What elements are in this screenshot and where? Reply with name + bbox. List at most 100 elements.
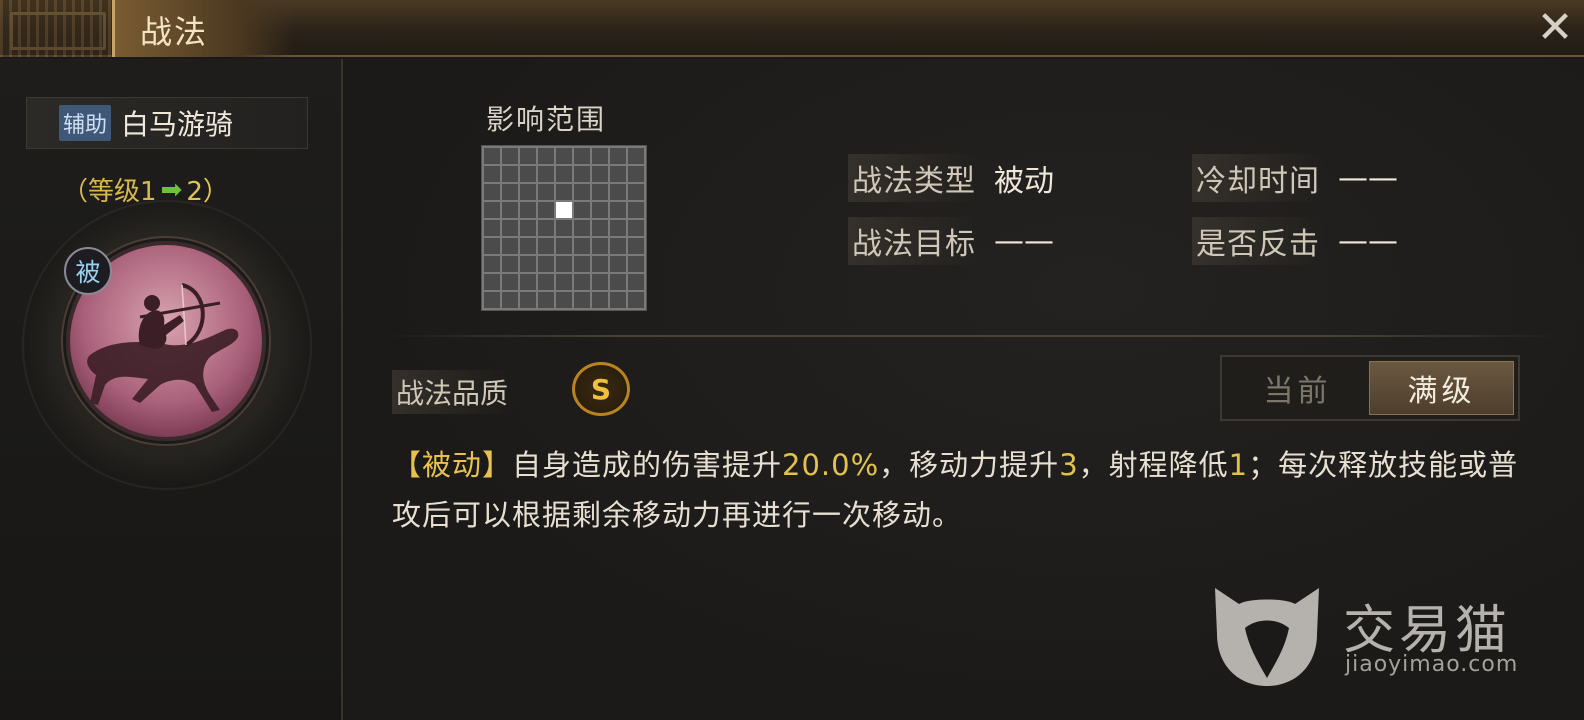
range-cell xyxy=(538,238,554,254)
range-cell xyxy=(610,184,626,200)
range-cell xyxy=(628,184,644,200)
range-cell xyxy=(538,148,554,164)
range-cell xyxy=(520,238,536,254)
range-cell xyxy=(628,238,644,254)
range-target-cell xyxy=(556,202,572,218)
range-cell xyxy=(556,166,572,182)
skill-type-value: 被动 xyxy=(994,164,1054,199)
page-title: 战法 xyxy=(140,13,209,51)
range-cell xyxy=(628,166,644,182)
range-cell xyxy=(592,274,608,290)
range-grid xyxy=(481,145,647,311)
range-cell xyxy=(592,166,608,182)
range-cell xyxy=(538,184,554,200)
range-cell xyxy=(484,256,500,272)
range-cell xyxy=(520,292,536,308)
range-cell xyxy=(502,148,518,164)
skill-name-box: 辅助 白马游骑 xyxy=(26,97,308,149)
role-badge: 辅助 xyxy=(59,105,112,141)
cat-logo-icon xyxy=(1215,588,1319,686)
range-cell xyxy=(484,238,500,254)
range-cell xyxy=(556,184,572,200)
range-cell xyxy=(610,166,626,182)
cooldown-row: 冷却时间 —— xyxy=(1192,154,1398,202)
range-cell xyxy=(484,148,500,164)
range-cell xyxy=(592,256,608,272)
range-cell xyxy=(556,238,572,254)
range-cell xyxy=(574,148,590,164)
range-cell xyxy=(538,220,554,236)
header-ornament xyxy=(0,0,118,57)
range-cell xyxy=(520,184,536,200)
range-cell xyxy=(502,292,518,308)
counterattack-label: 是否反击 xyxy=(1192,217,1324,265)
range-cell xyxy=(610,274,626,290)
skill-name: 白马游骑 xyxy=(121,108,234,141)
range-cell xyxy=(538,202,554,218)
close-icon: ✕ xyxy=(1536,2,1574,53)
range-cell xyxy=(484,166,500,182)
range-cell xyxy=(574,238,590,254)
range-label: 影响范围 xyxy=(486,103,607,136)
passive-badge: 被 xyxy=(64,247,112,295)
quality-label: 战法品质 xyxy=(392,370,513,414)
title-bar: 战法 ✕ xyxy=(0,0,1584,57)
range-cell xyxy=(538,256,554,272)
damage-bonus-value: 20.0% xyxy=(782,448,880,482)
skill-description: 【被动】自身造成的伤害提升20.0%，移动力提升3，射程降低1；每次释放技能或普… xyxy=(392,440,1522,540)
range-cell xyxy=(574,292,590,308)
range-cell xyxy=(502,184,518,200)
tab-current-level[interactable]: 当前 xyxy=(1226,361,1369,415)
range-cell xyxy=(556,274,572,290)
description-text: ，射程降低 xyxy=(1078,448,1229,482)
range-cell xyxy=(574,256,590,272)
range-cell xyxy=(592,238,608,254)
range-reduction-value: 1 xyxy=(1228,448,1249,482)
range-cell xyxy=(628,292,644,308)
range-cell xyxy=(592,202,608,218)
tab-max-level[interactable]: 满级 xyxy=(1369,361,1514,415)
description-text: ，移动力提升 xyxy=(879,448,1060,482)
cooldown-value: —— xyxy=(1338,160,1398,196)
range-cell xyxy=(538,166,554,182)
range-cell xyxy=(610,148,626,164)
range-cell xyxy=(502,166,518,182)
cooldown-label: 冷却时间 xyxy=(1192,154,1324,202)
range-cell xyxy=(556,292,572,308)
skill-target-row: 战法目标 —— xyxy=(848,217,1054,265)
range-cell xyxy=(502,238,518,254)
quality-grade-badge: S xyxy=(572,362,630,416)
range-cell xyxy=(628,148,644,164)
range-cell xyxy=(628,274,644,290)
range-cell xyxy=(502,202,518,218)
range-cell xyxy=(520,274,536,290)
range-cell xyxy=(556,256,572,272)
skill-target-label: 战法目标 xyxy=(848,217,980,265)
range-cell xyxy=(520,166,536,182)
range-cell xyxy=(628,220,644,236)
range-cell xyxy=(574,184,590,200)
range-cell xyxy=(484,274,500,290)
range-cell xyxy=(610,292,626,308)
range-cell xyxy=(592,220,608,236)
range-cell xyxy=(610,256,626,272)
skill-target-value: —— xyxy=(994,223,1054,259)
range-cell xyxy=(502,220,518,236)
range-cell xyxy=(628,256,644,272)
counterattack-value: —— xyxy=(1338,223,1398,259)
range-cell xyxy=(484,184,500,200)
range-cell xyxy=(520,202,536,218)
range-cell xyxy=(574,166,590,182)
watermark: 交易猫 jiaoyimao.com xyxy=(1205,578,1525,690)
section-divider xyxy=(385,335,1565,337)
close-button[interactable]: ✕ xyxy=(1532,5,1578,51)
range-cell xyxy=(610,238,626,254)
skill-type-label: 战法类型 xyxy=(848,154,980,202)
range-cell xyxy=(520,148,536,164)
move-bonus-value: 3 xyxy=(1059,448,1079,482)
range-cell xyxy=(592,292,608,308)
range-cell xyxy=(520,256,536,272)
range-cell xyxy=(574,274,590,290)
range-cell xyxy=(484,220,500,236)
counterattack-row: 是否反击 —— xyxy=(1192,217,1398,265)
